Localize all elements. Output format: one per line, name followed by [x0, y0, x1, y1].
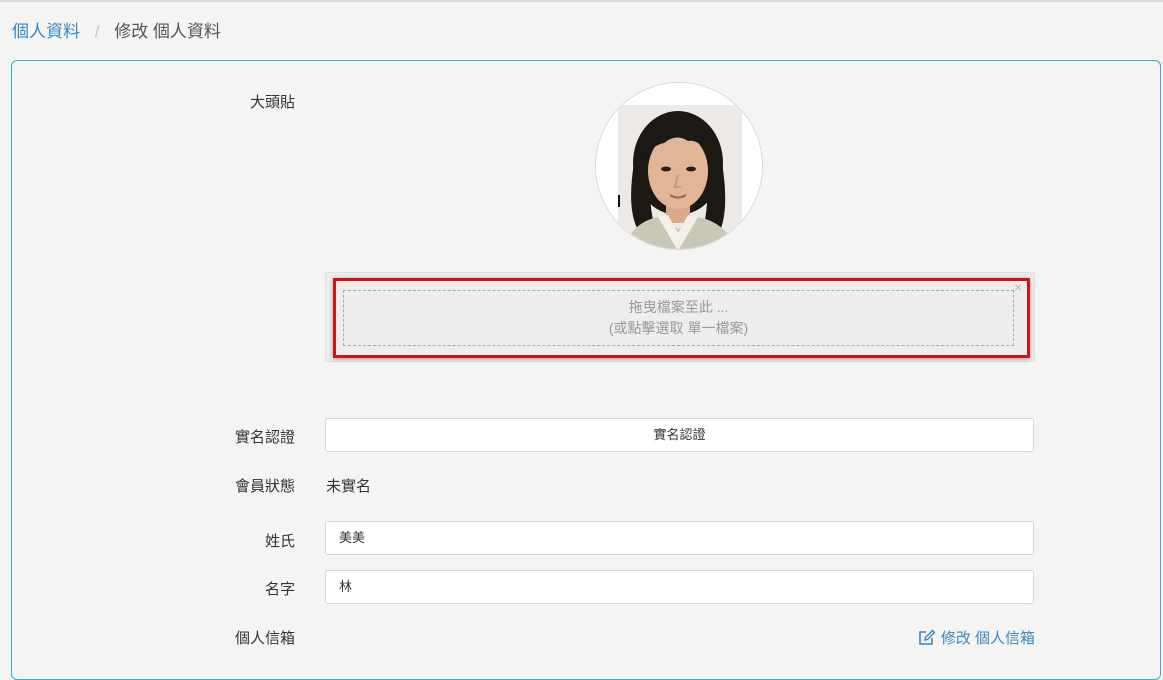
verify-label: 實名認證 [234, 429, 295, 446]
edit-email-link[interactable]: 修改 個人信箱 [918, 627, 1035, 648]
verify-button[interactable]: 實名認證 [325, 418, 1034, 452]
top-divider [0, 0, 1163, 2]
file-dropzone[interactable]: 拖曳檔案至此 ... (或點擊選取 單一檔案) [343, 290, 1014, 346]
avatar-photo [596, 83, 762, 249]
breadcrumb-profile-link[interactable]: 個人資料 [12, 22, 80, 41]
dropzone-subhint: (或點擊選取 單一檔案) [608, 320, 749, 336]
edit-email-label: 修改 個人信箱 [940, 630, 1035, 647]
avatar-label: 大頭貼 [249, 94, 295, 111]
close-icon[interactable]: × [1014, 280, 1022, 294]
edit-icon [919, 629, 936, 645]
email-label: 個人信箱 [234, 630, 295, 647]
status-value: 未實名 [326, 478, 372, 495]
name-field[interactable]: 林 [325, 570, 1034, 604]
dropzone-hint: 拖曳檔案至此 ... [628, 299, 729, 315]
status-label: 會員狀態 [234, 478, 295, 495]
surname-field[interactable]: 美美 [325, 521, 1034, 555]
breadcrumb: 個人資料 / 修改 個人資料 [12, 20, 221, 44]
breadcrumb-separator: / [94, 22, 100, 41]
surname-label: 姓氏 [264, 533, 295, 550]
breadcrumb-current: 修改 個人資料 [114, 22, 221, 41]
avatar [595, 82, 763, 250]
name-label: 名字 [264, 581, 295, 598]
